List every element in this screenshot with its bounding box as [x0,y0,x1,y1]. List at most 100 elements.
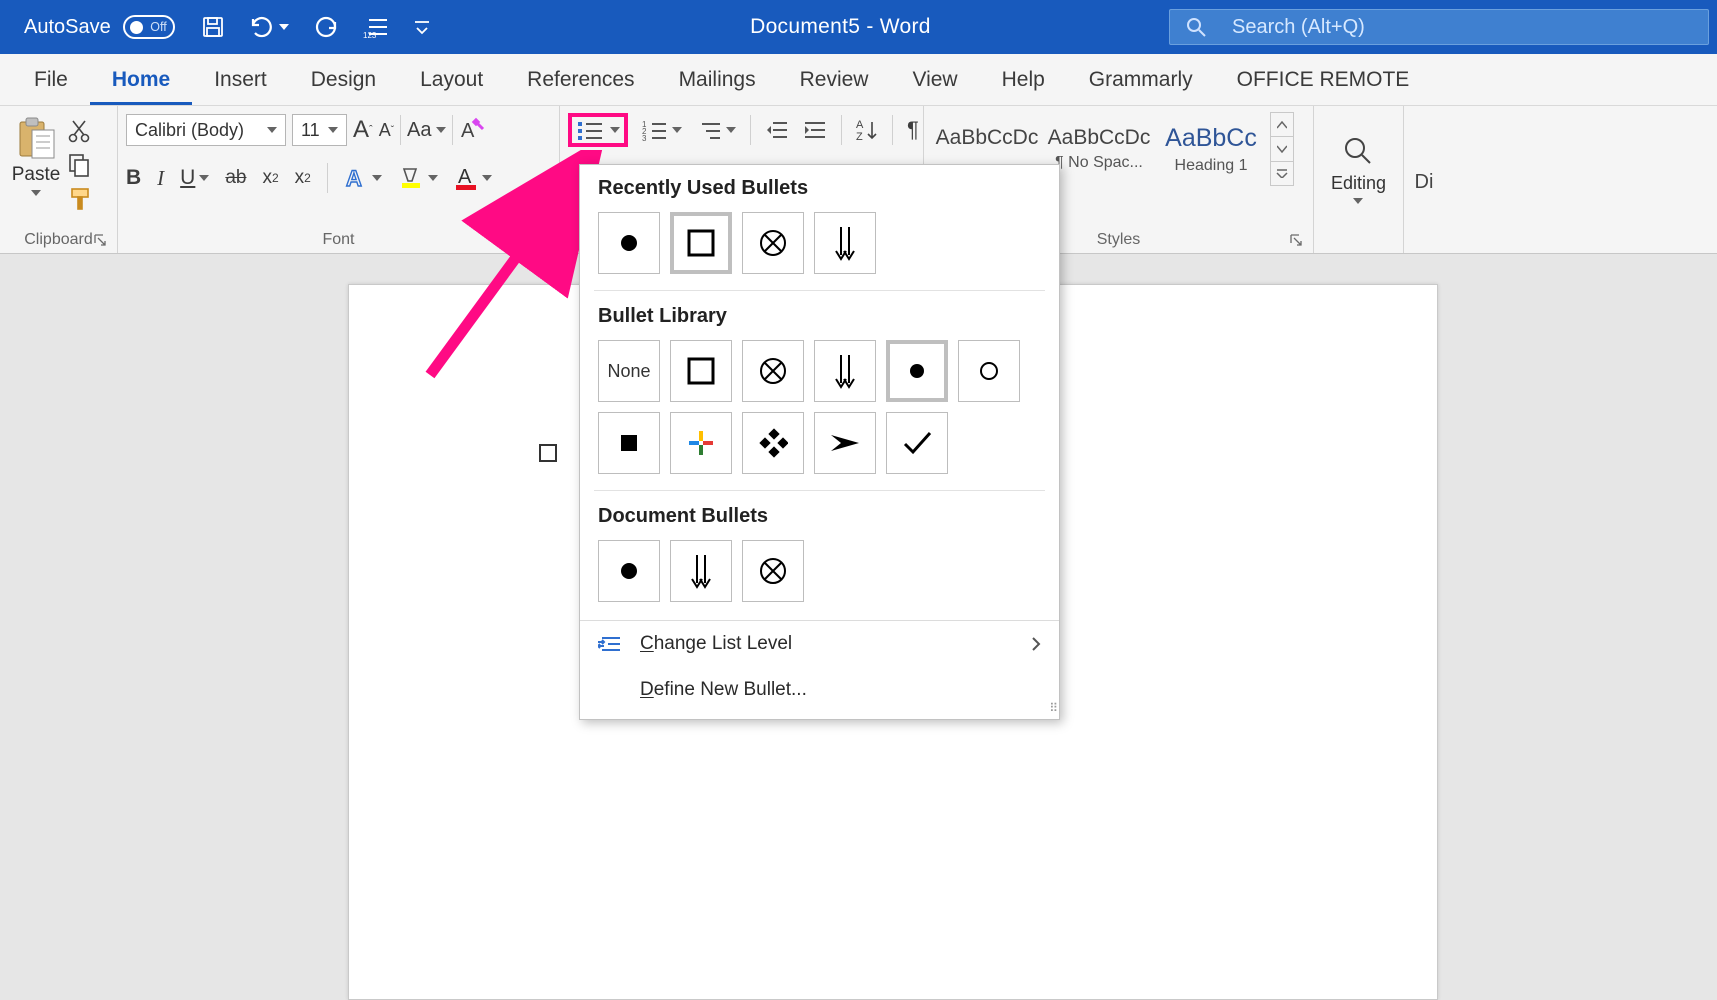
styles-gallery-scroll[interactable] [1270,112,1294,186]
find-icon[interactable] [1342,135,1374,167]
bullet-circle-x[interactable] [742,212,804,274]
chevron-down-icon [372,175,382,181]
tab-references[interactable]: References [505,56,656,105]
change-case-button[interactable]: Aa [407,119,445,142]
bullets-button[interactable] [568,113,628,147]
style-no-spacing[interactable]: AaBbCcDc¶ No Spac... [1044,112,1154,186]
tab-help[interactable]: Help [980,56,1067,105]
svg-text:A: A [346,166,362,190]
format-painter-icon[interactable] [68,187,92,211]
tab-mailings[interactable]: Mailings [657,56,778,105]
svg-text:123: 123 [363,31,377,38]
bullet-circle-x[interactable] [742,540,804,602]
bullet-hollow-circle[interactable] [958,340,1020,402]
search-box[interactable]: Search (Alt+Q) [1169,9,1709,45]
scroll-up-icon[interactable] [1271,113,1293,137]
list-number-icon[interactable]: 123 [363,16,389,38]
superscript-label: x [295,167,305,189]
bullet-arrowhead[interactable] [814,412,876,474]
tab-file[interactable]: File [12,56,90,105]
bullet-four-color[interactable] [670,412,732,474]
search-placeholder: Search (Alt+Q) [1232,16,1365,39]
style-name: ¶ No Spac... [1055,154,1143,172]
bullet-filled-square[interactable] [598,412,660,474]
chevron-down-icon[interactable] [1353,198,1363,204]
tab-grammarly[interactable]: Grammarly [1067,56,1215,105]
bullet-hollow-square[interactable] [670,340,732,402]
change-level-icon [598,634,622,654]
tab-office-remote[interactable]: OFFICE REMOTE [1215,56,1432,105]
repeat-icon[interactable] [313,14,339,40]
tab-insert[interactable]: Insert [192,56,289,105]
resize-grip-icon[interactable]: ⠿ [1049,701,1055,715]
dialog-launcher-icon[interactable] [1289,233,1307,251]
change-case-label: Aa [407,119,431,142]
bullet-hollow-square[interactable] [670,212,732,274]
multilevel-list-button[interactable] [696,119,736,141]
shrink-font-icon[interactable]: Aˇ [379,120,394,141]
tab-design[interactable]: Design [289,56,398,105]
italic-button[interactable]: I [157,166,164,191]
bullet-filled-circle[interactable] [598,540,660,602]
bullet-circle-x[interactable] [742,340,804,402]
highlight-icon[interactable] [398,165,438,191]
scroll-down-icon[interactable] [1271,137,1293,161]
numbering-button[interactable]: 123 [642,119,682,141]
underline-label: U [180,166,195,190]
group-styles-label: Styles [1097,231,1141,249]
document-bullets-title: Document Bullets [598,505,1041,528]
grow-font-icon[interactable]: Aˆ [353,116,373,144]
show-marks-icon[interactable]: ¶ [907,117,919,143]
font-size-value: 11 [301,120,320,141]
separator [594,490,1045,491]
svg-text:A: A [856,119,864,131]
strikethrough-button[interactable]: ab [225,167,246,189]
square-bullet-glyph [539,444,557,462]
gallery-expand-icon[interactable] [1271,162,1293,185]
clear-formatting-icon[interactable]: A [459,117,485,143]
font-color-icon[interactable]: A [454,165,492,191]
tab-home[interactable]: Home [90,56,192,105]
subscript-button[interactable]: x2 [262,167,278,189]
font-name-combo[interactable]: Calibri (Body) [126,114,286,146]
undo-icon[interactable] [249,15,289,39]
tab-review[interactable]: Review [778,56,891,105]
decrease-indent-icon[interactable] [765,119,789,141]
change-list-level-item[interactable]: CChange List Levelhange List Level [580,621,1059,667]
autosave-switch[interactable]: Off [123,15,175,39]
style-heading1[interactable]: AaBbCcHeading 1 [1156,112,1266,186]
bullet-four-diamond[interactable] [742,412,804,474]
copy-icon[interactable] [68,153,92,177]
paste-button[interactable]: Paste [8,112,64,196]
bullet-checkmark[interactable] [886,412,948,474]
bullet-double-arrow[interactable] [814,340,876,402]
tab-layout[interactable]: Layout [398,56,505,105]
font-size-combo[interactable]: 11 [292,114,347,146]
change-list-level-label: CChange List Levelhange List Level [640,633,792,655]
superscript-button[interactable]: x2 [295,167,311,189]
qat-more-icon[interactable] [413,18,431,36]
dialog-launcher-icon[interactable] [93,233,111,251]
underline-button[interactable]: U [180,166,209,190]
bullet-double-arrow[interactable] [814,212,876,274]
sort-icon[interactable]: AZ [856,118,878,142]
chevron-down-icon [482,175,492,181]
autosave-toggle[interactable]: AutoSave Off [24,15,175,39]
bullet-filled-circle[interactable] [598,212,660,274]
bullet-none[interactable]: None [598,340,660,402]
increase-indent-icon[interactable] [803,119,827,141]
bold-button[interactable]: B [126,166,141,190]
bullet-filled-circle[interactable] [886,340,948,402]
define-new-bullet-item[interactable]: DDefine New Bullet...efine New Bullet... [580,667,1059,713]
dialog-launcher-icon[interactable] [535,233,553,251]
text-effects-icon[interactable]: A [344,166,382,190]
group-editing: Editing [1314,106,1404,253]
save-icon[interactable] [201,15,225,39]
separator [750,115,751,145]
tab-view[interactable]: View [890,56,979,105]
bullet-double-arrow[interactable] [670,540,732,602]
cut-icon[interactable] [68,119,92,143]
quick-access-toolbar: 123 [201,14,431,40]
bullets-dropdown: Recently Used Bullets Bullet Library Non… [579,164,1060,720]
style-name: Heading 1 [1175,157,1248,175]
